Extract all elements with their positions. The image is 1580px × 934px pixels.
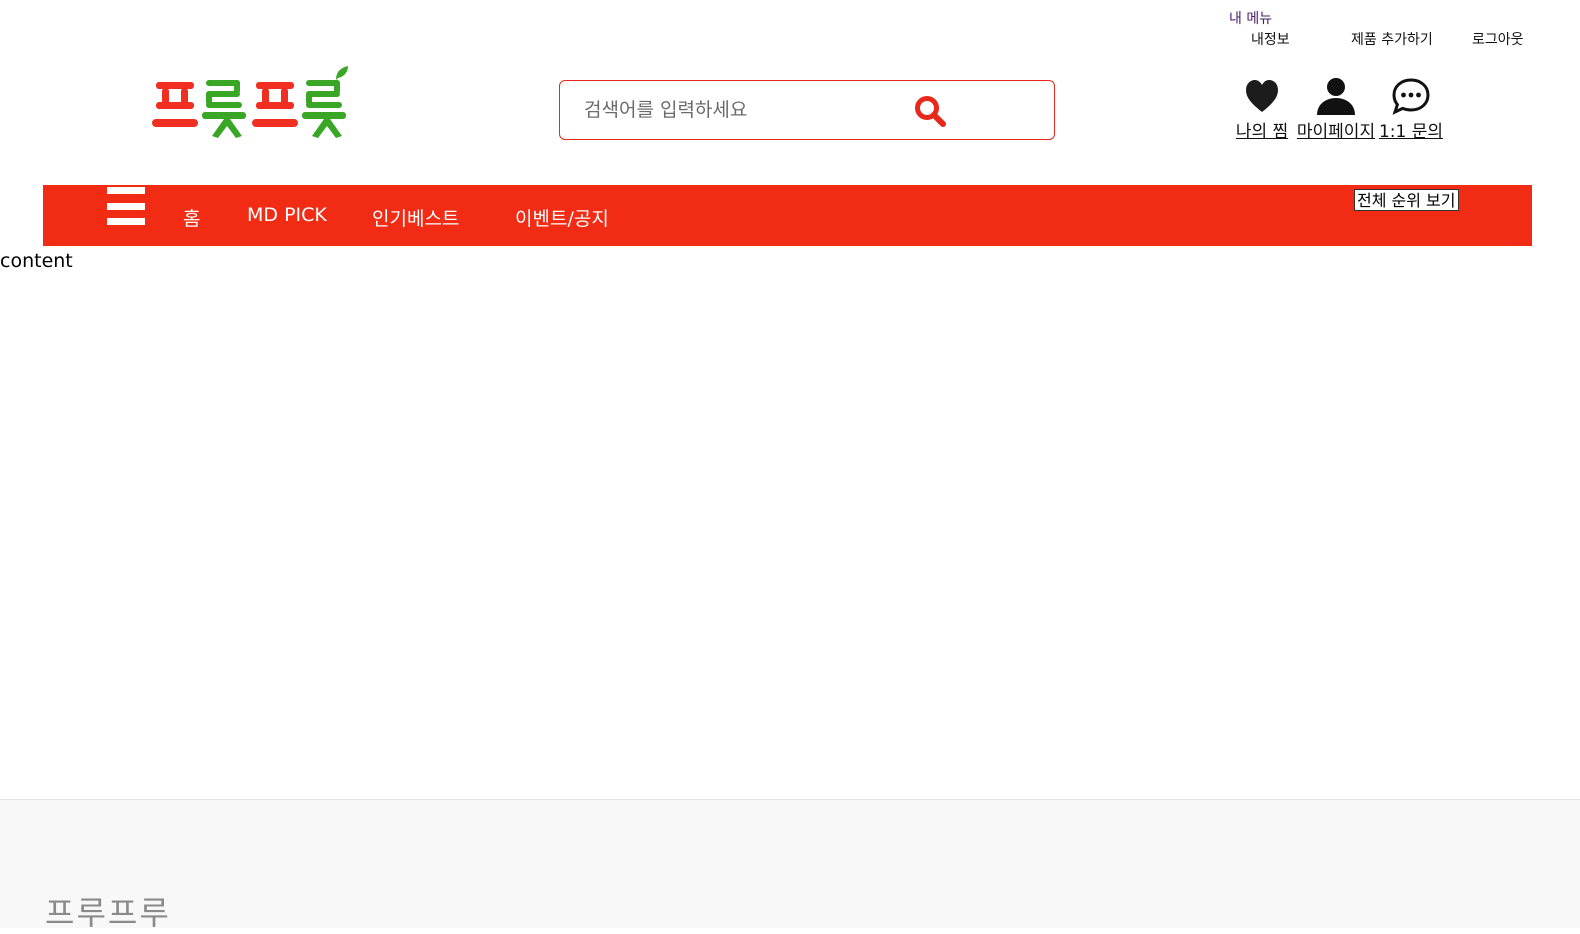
user-icon xyxy=(1317,78,1355,115)
main-content: content xyxy=(0,250,73,272)
hamburger-line xyxy=(107,187,145,194)
nav-item-popular-best[interactable]: 인기베스트 xyxy=(372,204,459,231)
nav-item-events[interactable]: 이벤트/공지 xyxy=(515,204,609,231)
hamburger-line xyxy=(107,218,145,225)
mypage-label: 마이페이지 xyxy=(1296,122,1376,142)
chat-bubble-icon xyxy=(1392,78,1430,115)
my-menu-label: 내 메뉴 xyxy=(1229,11,1273,27)
search-box xyxy=(559,80,1055,140)
nav-item-md-pick[interactable]: MD PICK xyxy=(247,204,327,226)
main-nav-bar: 홈 MD PICK 인기베스트 이벤트/공지 전체 순위 보기 xyxy=(43,185,1532,246)
full-ranking-button[interactable]: 전체 순위 보기 xyxy=(1354,189,1459,211)
wishlist-link[interactable]: 나의 찜 xyxy=(1233,76,1291,142)
footer-brand: 프루프루 xyxy=(45,894,171,932)
search-icon xyxy=(915,96,946,127)
inquiry-link[interactable]: 1:1 문의 xyxy=(1378,76,1444,142)
footer: 프루프루 xyxy=(0,799,1580,932)
search-button[interactable] xyxy=(910,91,950,131)
my-info-link[interactable]: 내정보 xyxy=(1251,29,1290,49)
search-input[interactable] xyxy=(584,93,914,127)
logo-graphic xyxy=(152,66,348,138)
hamburger-line xyxy=(107,203,145,210)
site-logo[interactable] xyxy=(150,64,354,144)
top-utility-bar: 내 메뉴 내정보 제품 추가하기 로그아웃 xyxy=(0,0,1580,56)
mypage-link[interactable]: 마이페이지 xyxy=(1292,76,1380,142)
inquiry-label: 1:1 문의 xyxy=(1378,122,1444,142)
add-product-link[interactable]: 제품 추가하기 xyxy=(1351,29,1433,49)
nav-item-home[interactable]: 홈 xyxy=(183,204,200,231)
heart-icon xyxy=(1246,80,1278,112)
wishlist-label: 나의 찜 xyxy=(1235,122,1289,142)
logout-link[interactable]: 로그아웃 xyxy=(1472,29,1524,49)
hamburger-icon[interactable] xyxy=(107,187,145,225)
